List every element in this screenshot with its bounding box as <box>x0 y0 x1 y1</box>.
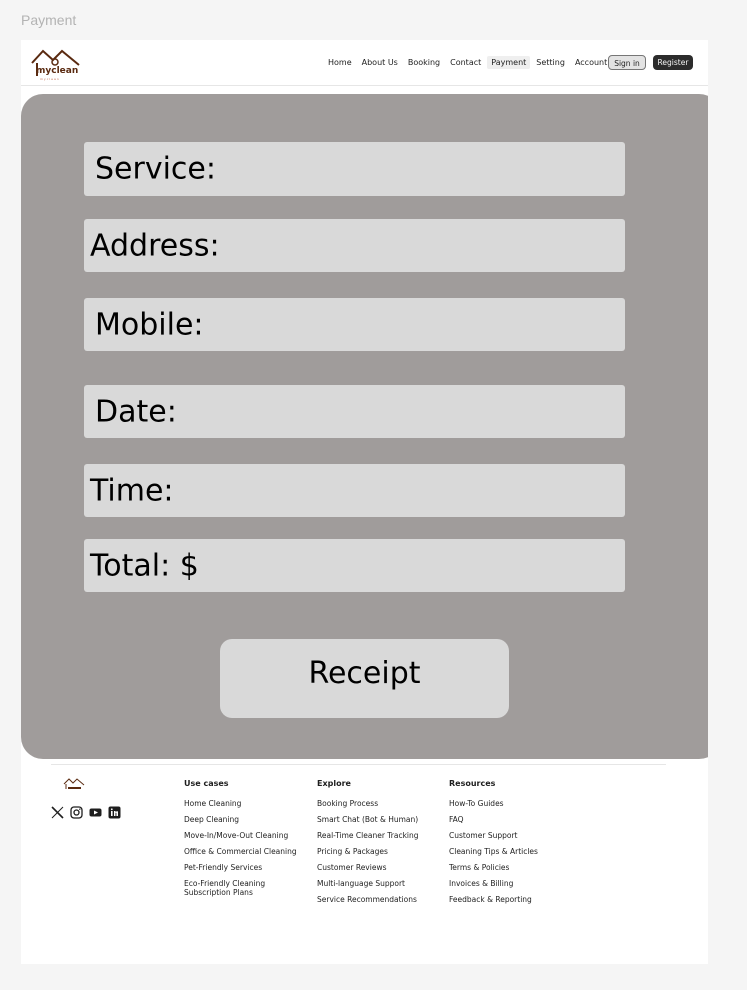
receipt-button[interactable]: Receipt <box>220 639 509 718</box>
footer-link[interactable]: Home Cleaning <box>184 799 299 808</box>
nav-payment[interactable]: Payment <box>487 56 531 69</box>
nav-home[interactable]: Home <box>324 56 356 69</box>
footer-link[interactable]: Terms & Policies <box>449 863 564 872</box>
page: myclean myclean Home About Us Booking Co… <box>21 40 708 964</box>
footer-link[interactable]: Eco-Friendly Cleaning Subscription Plans <box>184 879 279 897</box>
footer-link[interactable]: Customer Reviews <box>317 863 432 872</box>
footer-link[interactable]: Real-Time Cleaner Tracking <box>317 831 432 840</box>
mobile-label: Mobile: <box>95 307 204 342</box>
footer-link[interactable]: Office & Commercial Cleaning <box>184 847 299 856</box>
footer-col-explore: Explore Booking Process Smart Chat (Bot … <box>317 779 432 911</box>
address-field[interactable]: Address: <box>84 219 625 272</box>
frame-label: Payment <box>21 12 77 28</box>
nav-setting[interactable]: Setting <box>532 56 569 69</box>
header: myclean myclean Home About Us Booking Co… <box>21 40 708 86</box>
footer-col-title: Resources <box>449 779 496 788</box>
footer-col-title: Explore <box>317 779 351 788</box>
payment-card: Service: Address: Mobile: Date: Time: To… <box>21 94 708 759</box>
social-links <box>51 806 127 819</box>
register-button[interactable]: Register <box>653 55 693 70</box>
date-field[interactable]: Date: <box>84 385 625 438</box>
date-label: Date: <box>95 394 177 429</box>
instagram-icon[interactable] <box>70 806 83 819</box>
nav-booking[interactable]: Booking <box>404 56 444 69</box>
footer-link[interactable]: Invoices & Billing <box>449 879 564 888</box>
footer-logo-icon[interactable] <box>63 776 85 791</box>
mobile-field[interactable]: Mobile: <box>84 298 625 351</box>
time-label: Time: <box>90 473 174 508</box>
time-field[interactable]: Time: <box>84 464 625 517</box>
footer-link[interactable]: FAQ <box>449 815 564 824</box>
footer-link[interactable]: How-To Guides <box>449 799 564 808</box>
x-icon[interactable] <box>51 806 64 819</box>
nav-about-us[interactable]: About Us <box>358 56 402 69</box>
footer-link[interactable]: Move-In/Move-Out Cleaning <box>184 831 299 840</box>
footer-link[interactable]: Deep Cleaning <box>184 815 299 824</box>
linkedin-icon[interactable] <box>108 806 121 819</box>
footer-divider <box>51 764 666 765</box>
footer-link[interactable]: Multi-language Support <box>317 879 432 888</box>
brand-name: myclean <box>36 66 79 76</box>
total-field[interactable]: Total: $ <box>84 539 625 592</box>
service-field[interactable]: Service: <box>84 142 625 196</box>
footer-link[interactable]: Smart Chat (Bot & Human) <box>317 815 432 824</box>
footer-link[interactable]: Booking Process <box>317 799 432 808</box>
footer-link[interactable]: Pricing & Packages <box>317 847 432 856</box>
youtube-icon[interactable] <box>89 806 102 819</box>
main-nav: Home About Us Booking Contact Payment Se… <box>324 56 613 69</box>
footer-link[interactable]: Feedback & Reporting <box>449 895 564 904</box>
sign-in-button[interactable]: Sign in <box>608 55 646 70</box>
footer-link[interactable]: Cleaning Tips & Articles <box>449 847 564 856</box>
footer-col-use-cases: Use cases Home Cleaning Deep Cleaning Mo… <box>184 779 299 904</box>
nav-account[interactable]: Account <box>571 56 611 69</box>
footer-link[interactable]: Customer Support <box>449 831 564 840</box>
total-label: Total: $ <box>90 548 199 583</box>
footer-link[interactable]: Pet-Friendly Services <box>184 863 299 872</box>
footer-col-title: Use cases <box>184 779 229 788</box>
address-label: Address: <box>90 228 220 263</box>
brand-tagline: myclean <box>40 77 60 81</box>
footer-link[interactable]: Service Recommendations <box>317 895 432 904</box>
nav-contact[interactable]: Contact <box>446 56 485 69</box>
service-label: Service: <box>95 151 216 187</box>
footer-col-resources: Resources How-To Guides FAQ Customer Sup… <box>449 779 564 911</box>
